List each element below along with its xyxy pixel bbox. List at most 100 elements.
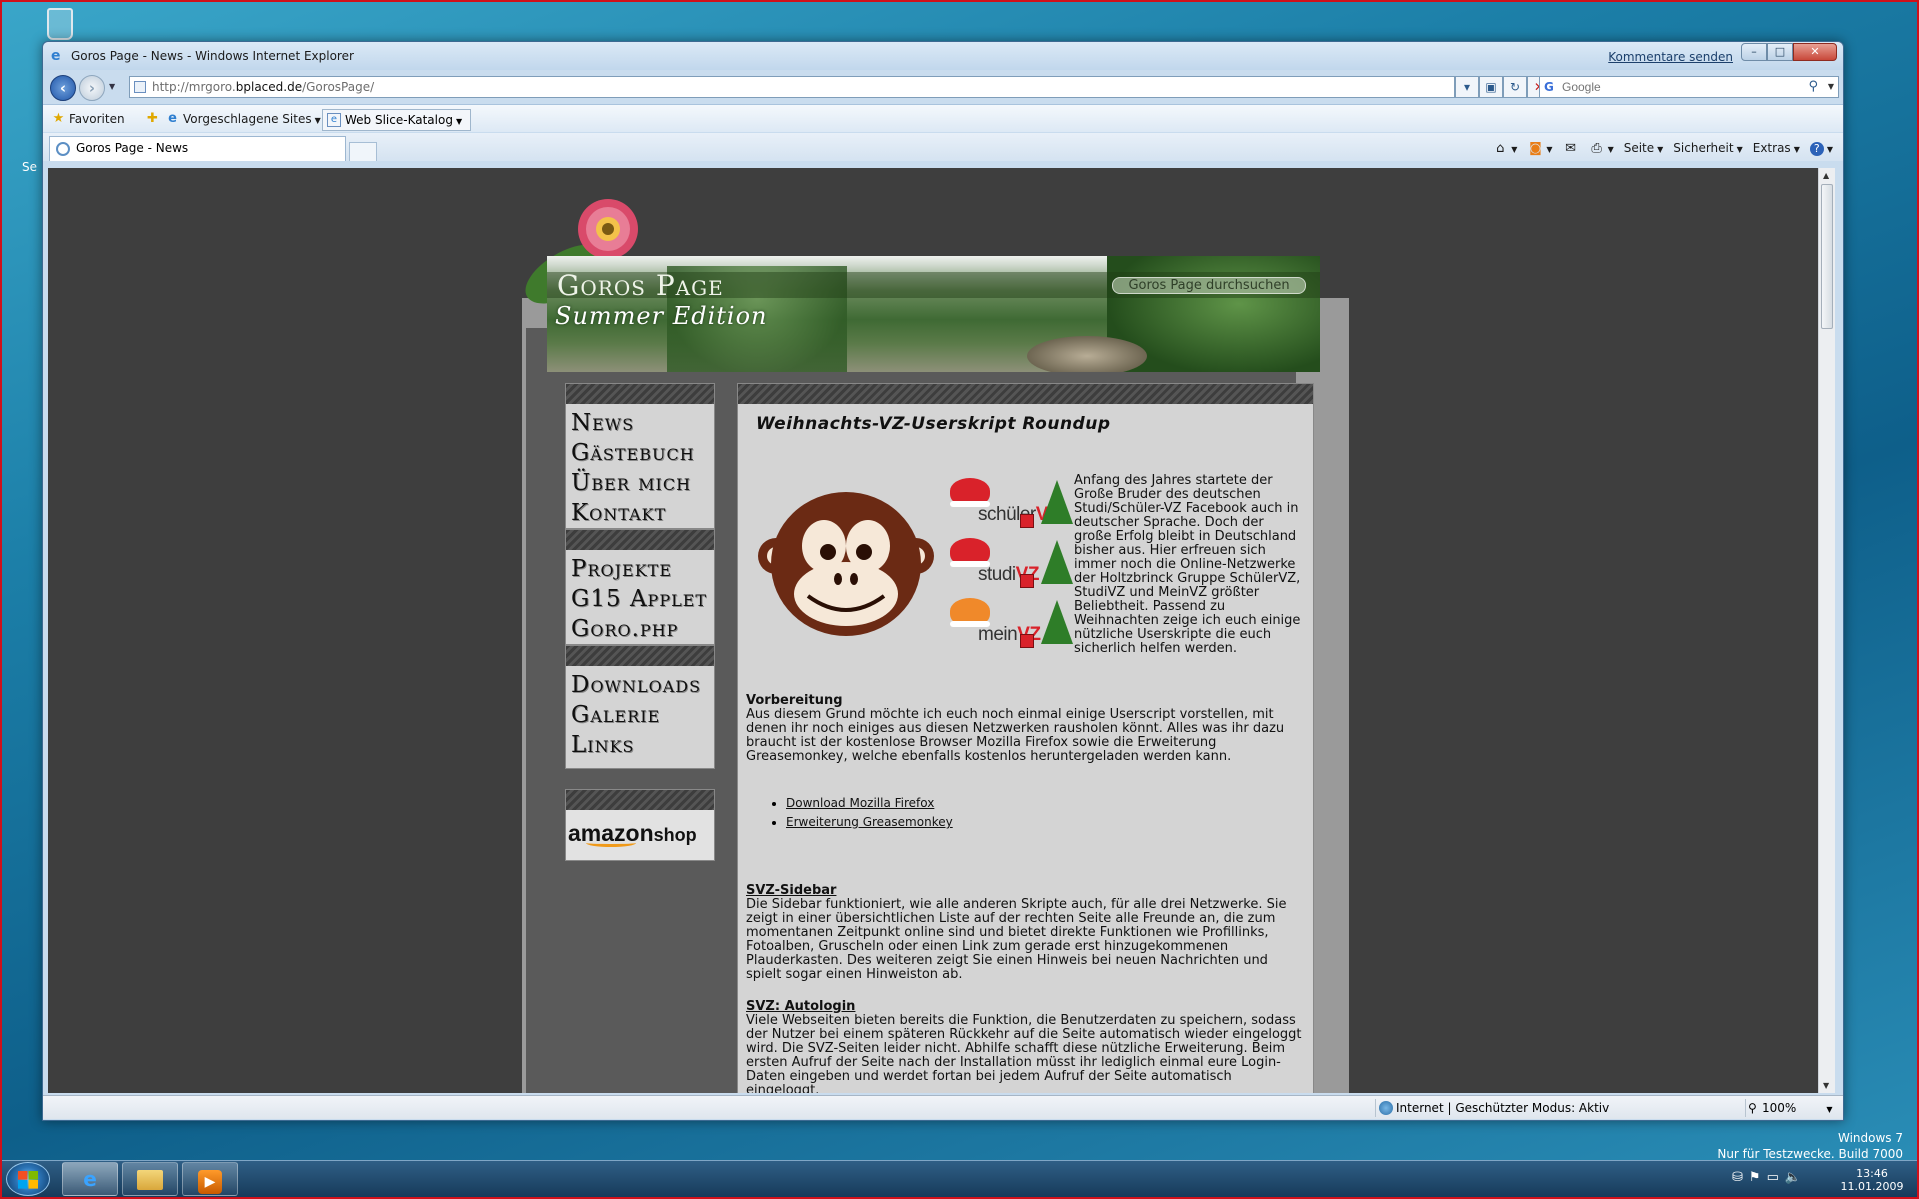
print-button[interactable]: ⎙ ▼ <box>1589 139 1613 157</box>
vz-badges: schülerVZ studiVZ meinVZ <box>948 476 1073 656</box>
site-search-input[interactable]: Goros Page durchsuchen <box>1112 277 1306 294</box>
greasemonkey-link[interactable]: Erweiterung Greasemonkey <box>786 815 953 829</box>
address-dropdown-icon[interactable]: ▾ <box>1455 76 1479 98</box>
gift-icon <box>1020 574 1034 588</box>
new-tab-button[interactable] <box>349 142 377 161</box>
security-menu[interactable]: Sicherheit ▼ <box>1673 139 1742 157</box>
web-slice-gallery-button[interactable]: e Web Slice-Katalog ▼ <box>322 109 472 131</box>
favorites-bar: ★ Favoriten ✚ e Vorgeschlagene Sites ▼ e … <box>43 104 1843 132</box>
address-url[interactable]: http://mrgoro.bplaced.de/GorosPage/ <box>152 80 374 94</box>
section-text: Die Sidebar funktioniert, wie alle ander… <box>746 897 1287 982</box>
network-tray-icon[interactable]: ⛁ <box>1732 1170 1743 1185</box>
section-text: Viele Webseiten bieten bereits die Funkt… <box>746 1013 1302 1094</box>
extras-menu[interactable]: Extras ▼ <box>1753 139 1800 157</box>
christmas-tree-icon <box>1041 540 1073 584</box>
taskbar: e ▶ ⛁ ⚑ ▭ 🔈 13:46 11.01.2009 <box>2 1160 1917 1197</box>
section-heading-link[interactable]: SVZ-Sidebar <box>746 884 1306 898</box>
page-icon <box>134 81 146 93</box>
compatibility-view-icon[interactable]: ▣ <box>1479 76 1503 98</box>
page-menu[interactable]: Seite ▼ <box>1624 139 1664 157</box>
suggested-sites-button[interactable]: ✚ e Vorgeschlagene Sites ▼ <box>143 109 321 129</box>
scrollbar-thumb[interactable] <box>1821 184 1833 329</box>
security-zone[interactable]: Internet | Geschützter Modus: Aktiv <box>1375 1099 1609 1117</box>
display-tray-icon[interactable]: ▭ <box>1767 1170 1779 1185</box>
site-edition: Summer Edition <box>555 302 768 330</box>
add-favorite-icon: ✚ <box>147 111 158 126</box>
menu-item-news[interactable]: News <box>566 404 714 438</box>
web-slice-icon: e <box>327 113 341 127</box>
volume-icon[interactable]: 🔈 <box>1785 1170 1801 1185</box>
menu-item-gallery[interactable]: Galerie <box>566 700 714 730</box>
system-clock[interactable]: 13:46 11.01.2009 <box>1840 1167 1904 1193</box>
search-icon[interactable]: ⚲ <box>1808 79 1818 94</box>
menu-item-guestbook[interactable]: Gästebuch <box>566 438 714 468</box>
menu-item-projects[interactable]: Projekte <box>566 550 714 584</box>
section-heading: Vorbereitung <box>746 693 843 708</box>
menu-item-about[interactable]: Über mich <box>566 468 714 498</box>
post-title: Weihnachts-VZ-Userskript Roundup <box>756 414 1111 434</box>
site-sidebar: News Gästebuch Über mich Kontakt Projekt… <box>565 383 715 861</box>
section-heading-link[interactable]: SVZ: Autologin <box>746 1000 1306 1014</box>
section-svz-autologin: SVZ: Autologin Viele Webseiten bieten be… <box>746 1000 1306 1094</box>
vertical-scrollbar[interactable]: ▲ ▼ <box>1818 168 1835 1093</box>
menu-item-contact[interactable]: Kontakt <box>566 498 714 528</box>
tab-goros-page[interactable]: Goros Page - News <box>49 136 346 161</box>
ie-icon: e <box>51 48 61 64</box>
refresh-icon[interactable]: ↻ <box>1503 76 1527 98</box>
history-dropdown-icon[interactable]: ▼ <box>109 82 115 91</box>
address-bar[interactable]: http://mrgoro.bplaced.de/GorosPage/ <box>129 76 1455 98</box>
post-content: Weihnachts-VZ-Userskript Roundup schüler… <box>737 383 1314 1093</box>
feedback-link[interactable]: Kommentare senden <box>1608 50 1733 64</box>
scroll-up-icon[interactable]: ▲ <box>1823 171 1829 180</box>
post-intro: Anfang des Jahres startete der Große Bru… <box>1074 473 1301 656</box>
page-viewport[interactable]: Goros Page Summer Edition Goros Page dur… <box>48 168 1835 1093</box>
status-bar: Internet | Geschützter Modus: Aktiv ⚲ 10… <box>43 1095 1843 1119</box>
menu-item-g15-applet[interactable]: G15 Applet <box>566 584 714 614</box>
zoom-level[interactable]: ⚲ 100% ▼ <box>1745 1099 1832 1117</box>
mail-icon: ✉ <box>1565 141 1577 156</box>
christmas-tree-icon <box>1041 480 1073 524</box>
search-box[interactable]: G ⚲ ▼ <box>1539 76 1839 98</box>
maximize-button[interactable]: □ <box>1767 43 1793 61</box>
site-name[interactable]: Goros Page <box>557 269 724 302</box>
monkey-illustration <box>758 492 934 636</box>
feeds-button[interactable]: ◙ ▼ <box>1527 139 1552 157</box>
list-item: Download Mozilla Firefox <box>786 794 953 813</box>
start-button[interactable] <box>6 1162 50 1196</box>
close-button[interactable]: ✕ <box>1793 43 1837 61</box>
taskbar-explorer-button[interactable] <box>122 1162 178 1196</box>
amazon-shop-banner[interactable]: amazonshop <box>565 789 715 861</box>
window-title: Goros Page - News - Windows Internet Exp… <box>71 49 354 63</box>
section-text: Aus diesem Grund möchte ich euch noch ei… <box>746 707 1285 764</box>
desktop-icon-label: Se <box>22 160 37 174</box>
taskbar-ie-button[interactable]: e <box>62 1162 118 1196</box>
help-button[interactable]: ? ▼ <box>1809 139 1833 157</box>
minimize-button[interactable]: – <box>1741 43 1767 61</box>
section-preparation: Vorbereitung Aus diesem Grund möchte ich… <box>746 694 1306 764</box>
christmas-tree-icon <box>1041 600 1073 644</box>
santa-hat-icon <box>950 538 990 567</box>
scroll-down-icon[interactable]: ▼ <box>1823 1081 1829 1090</box>
menu-item-links[interactable]: Links <box>566 730 714 768</box>
action-center-flag-icon[interactable]: ⚑ <box>1749 1170 1761 1185</box>
search-options-icon[interactable]: ▼ <box>1828 82 1834 91</box>
recycle-bin-icon[interactable] <box>40 6 80 46</box>
site-banner: Goros Page Summer Edition Goros Page dur… <box>547 256 1320 372</box>
home-button[interactable]: ⌂ ▼ <box>1492 139 1517 157</box>
menu-item-downloads[interactable]: Downloads <box>566 666 714 700</box>
favorites-star-icon: ★ <box>52 111 65 126</box>
gift-icon <box>1020 514 1034 528</box>
search-input[interactable] <box>1562 79 1802 95</box>
taskbar-media-player-button[interactable]: ▶ <box>182 1162 238 1196</box>
forward-button[interactable]: › <box>79 75 105 101</box>
ie-icon: e <box>168 111 177 126</box>
section-svz-sidebar: SVZ-Sidebar Die Sidebar funktioniert, wi… <box>746 884 1306 982</box>
mail-button[interactable]: ✉ <box>1563 139 1579 157</box>
internet-globe-icon <box>1379 1101 1393 1115</box>
back-button[interactable]: ‹ <box>50 75 76 101</box>
menu-item-goro-php[interactable]: Goro.php <box>566 614 714 644</box>
favorites-button[interactable]: ★ Favoriten <box>49 109 125 129</box>
download-firefox-link[interactable]: Download Mozilla Firefox <box>786 796 934 810</box>
download-links: Download Mozilla Firefox Erweiterung Gre… <box>786 794 953 832</box>
tab-row: Goros Page - News ⌂ ▼ ◙ ▼ ✉ ⎙ ▼ Seite ▼ Sich… <box>43 133 1843 161</box>
